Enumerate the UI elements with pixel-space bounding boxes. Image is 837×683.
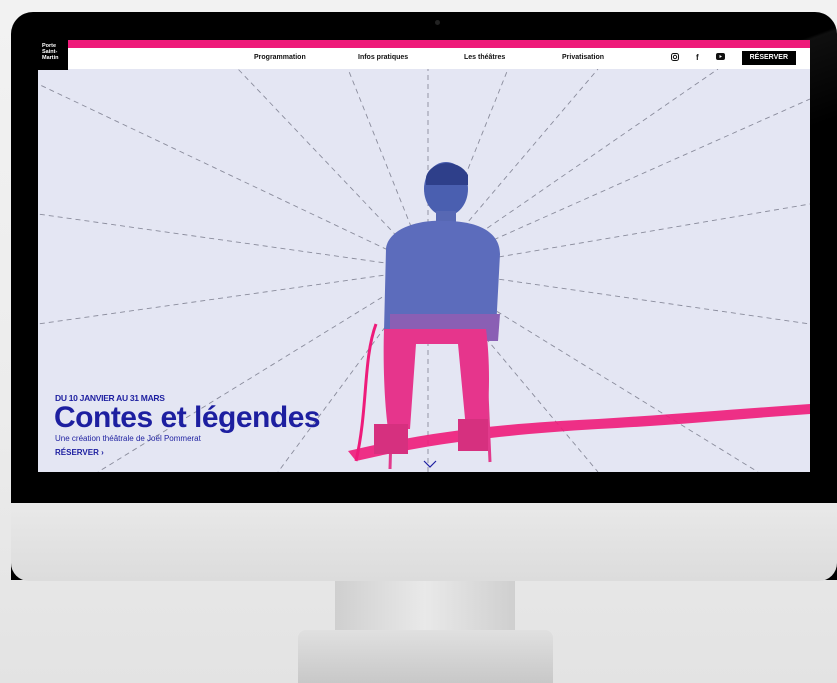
camera <box>435 20 440 25</box>
monitor-stand-base <box>298 630 553 683</box>
site-logo[interactable]: Porte Saint- Martin <box>38 40 68 70</box>
hero-title: Contes et légendes <box>54 401 321 434</box>
instagram-icon[interactable] <box>671 53 679 63</box>
website-screen: Programmation Infos pratiques Les théâtr… <box>38 40 810 472</box>
logo-line: Martin <box>42 55 59 61</box>
nav-programmation[interactable]: Programmation <box>254 54 306 61</box>
top-accent-bar <box>38 40 810 48</box>
hero-subtitle: Une création théâtrale de Joël Pommerat <box>55 434 201 443</box>
chevron-down-icon[interactable] <box>423 460 437 469</box>
facebook-icon[interactable]: f <box>696 53 699 62</box>
nav-privatisation[interactable]: Privatisation <box>562 54 604 61</box>
main-navbar: Programmation Infos pratiques Les théâtr… <box>38 48 810 69</box>
hero-reserve-link[interactable]: RÉSERVER › <box>55 448 104 457</box>
youtube-icon[interactable] <box>716 53 725 62</box>
reserve-button[interactable]: RÉSERVER <box>741 51 796 65</box>
nav-infos-pratiques[interactable]: Infos pratiques <box>358 54 408 61</box>
monitor-chin <box>11 503 837 581</box>
nav-les-theatres[interactable]: Les théâtres <box>464 54 505 61</box>
